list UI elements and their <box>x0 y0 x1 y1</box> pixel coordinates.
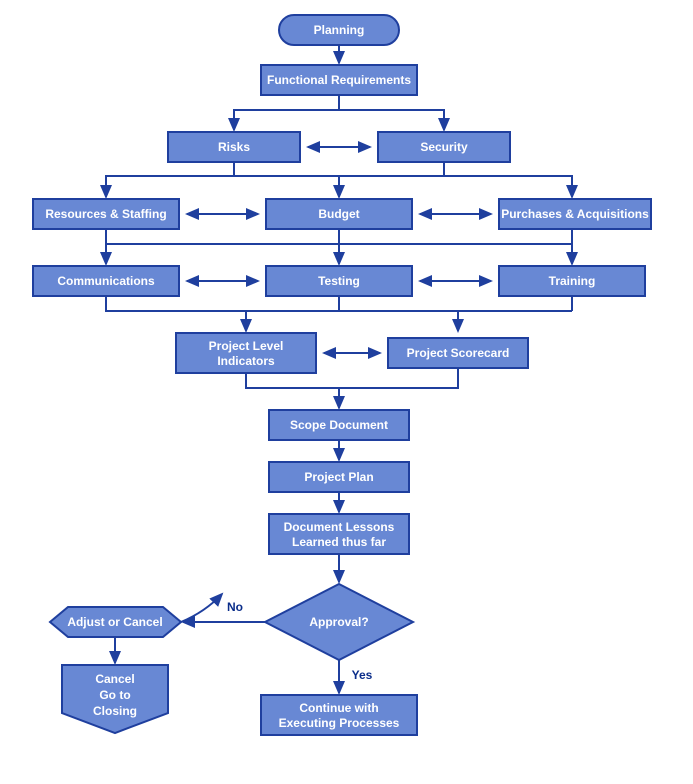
node-communications-label: Communications <box>57 274 155 288</box>
node-cgtc-l2: Go to <box>99 688 130 702</box>
node-pli-label-l2: Indicators <box>217 354 275 368</box>
node-document-lessons: Document Lessons Learned thus far <box>269 514 409 554</box>
node-purchases-acquisitions: Purchases & Acquisitions <box>499 199 651 229</box>
node-project-plan: Project Plan <box>269 462 409 492</box>
node-scope-document-label: Scope Document <box>290 418 388 432</box>
node-risks: Risks <box>168 132 300 162</box>
node-project-scorecard-label: Project Scorecard <box>407 346 510 360</box>
node-purchases-acquisitions-label: Purchases & Acquisitions <box>501 207 649 221</box>
node-risks-label: Risks <box>218 140 250 154</box>
node-budget-label: Budget <box>318 207 359 221</box>
node-cancel-go-to-closing: Cancel Go to Closing <box>62 665 168 733</box>
node-functional-requirements-label: Functional Requirements <box>267 73 411 87</box>
node-budget: Budget <box>266 199 412 229</box>
flowchart-diagram: Planning Functional Requirements Risks S… <box>0 0 693 784</box>
node-approval-label: Approval? <box>309 615 368 629</box>
node-project-scorecard: Project Scorecard <box>388 338 528 368</box>
node-dl-label-l2: Learned thus far <box>292 535 386 549</box>
node-pli-label-l1: Project Level <box>209 339 284 353</box>
node-cgtc-l1: Cancel <box>95 672 134 686</box>
node-resources-staffing-label: Resources & Staffing <box>45 207 166 221</box>
node-dl-label-l1: Document Lessons <box>284 520 395 534</box>
node-testing-label: Testing <box>318 274 360 288</box>
node-adjust-or-cancel-label: Adjust or Cancel <box>67 615 162 629</box>
node-planning: Planning <box>279 15 399 45</box>
node-scope-document: Scope Document <box>269 410 409 440</box>
node-planning-label: Planning <box>314 23 365 37</box>
node-adjust-or-cancel: Adjust or Cancel <box>50 607 181 637</box>
node-continue-executing: Continue with Executing Processes <box>261 695 417 735</box>
decision-label-no: No <box>227 600 243 614</box>
node-project-level-indicators: Project Level Indicators <box>176 333 316 373</box>
node-communications: Communications <box>33 266 179 296</box>
node-training: Training <box>499 266 645 296</box>
node-ce-l1: Continue with <box>299 701 378 715</box>
node-cgtc-l3: Closing <box>93 704 137 718</box>
node-project-plan-label: Project Plan <box>304 470 373 484</box>
node-ce-l2: Executing Processes <box>279 716 400 730</box>
node-security: Security <box>378 132 510 162</box>
node-security-label: Security <box>420 140 468 154</box>
node-testing: Testing <box>266 266 412 296</box>
node-training-label: Training <box>549 274 596 288</box>
node-approval-decision: Approval? <box>265 584 413 660</box>
node-functional-requirements: Functional Requirements <box>261 65 417 95</box>
node-resources-staffing: Resources & Staffing <box>33 199 179 229</box>
decision-label-yes: Yes <box>352 668 373 682</box>
